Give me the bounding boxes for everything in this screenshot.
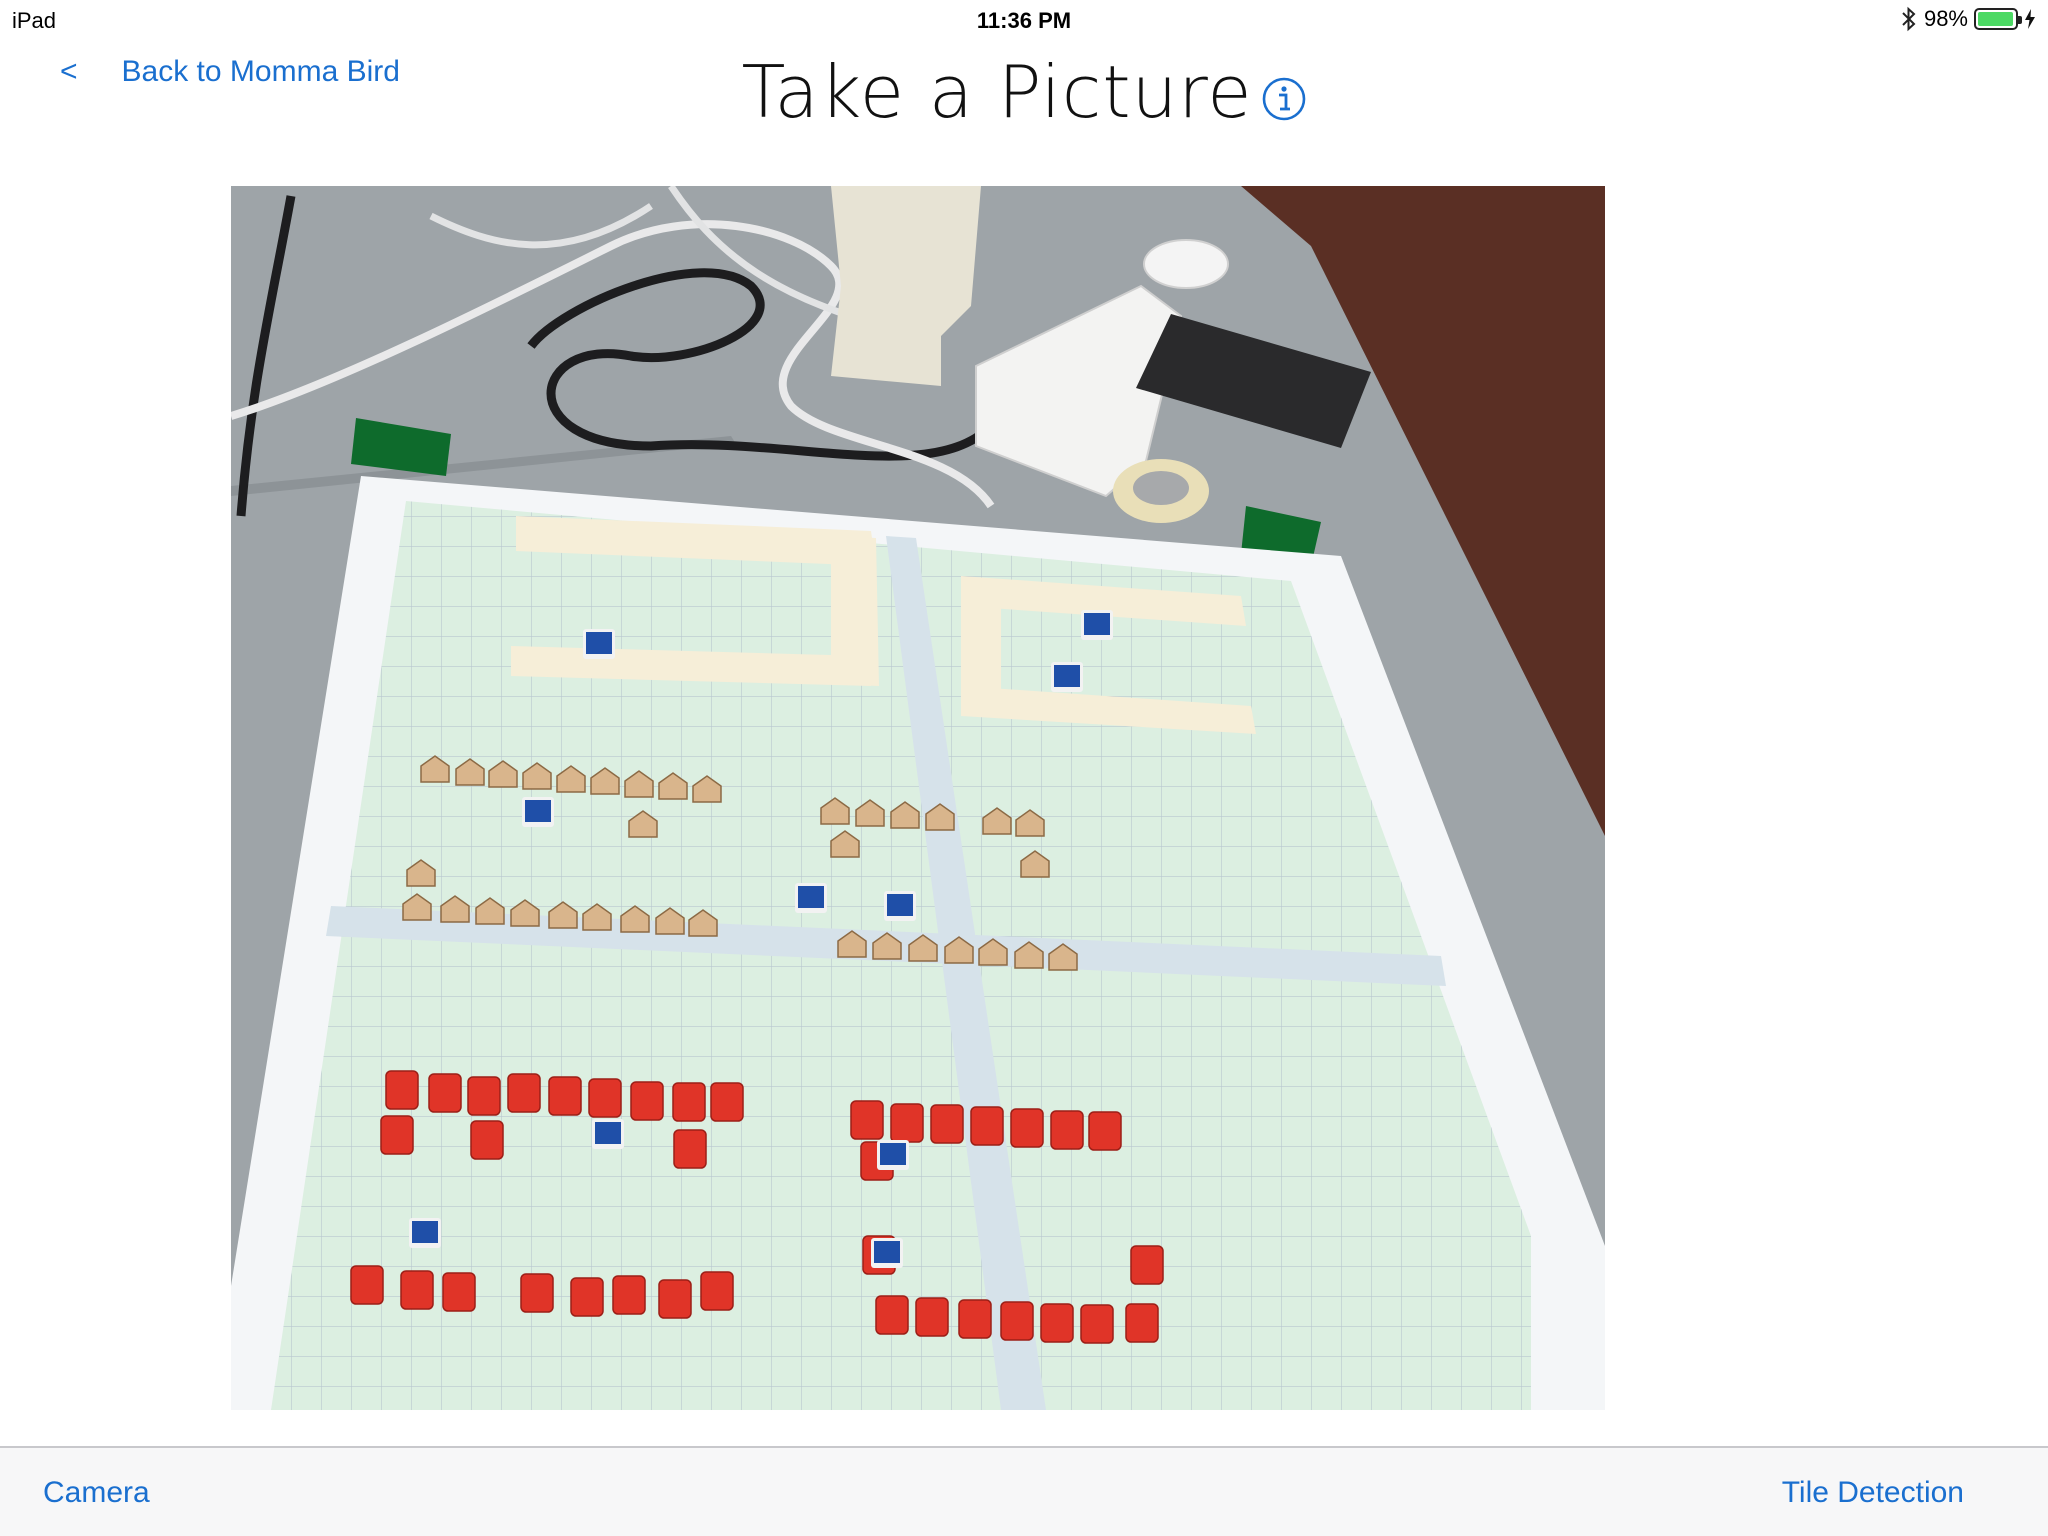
red-tile	[1130, 1245, 1164, 1285]
tile-detection-button[interactable]: Tile Detection	[1782, 1476, 1964, 1510]
red-tile	[630, 1081, 664, 1121]
blue-tile	[525, 800, 551, 822]
red-tile	[467, 1076, 501, 1116]
red-tile	[470, 1120, 504, 1160]
red-tile	[970, 1106, 1004, 1146]
red-tile	[1088, 1111, 1122, 1151]
blue-tile	[880, 1143, 906, 1165]
red-tile	[672, 1082, 706, 1122]
status-right: 98%	[1900, 6, 2036, 32]
red-tile	[1000, 1301, 1034, 1341]
bottom-toolbar: Camera Tile Detection	[0, 1446, 2048, 1536]
blue-tile	[412, 1221, 438, 1243]
red-tile	[428, 1073, 462, 1113]
blue-tile	[1054, 665, 1080, 687]
blue-tile	[586, 632, 612, 654]
red-tile	[1010, 1108, 1044, 1148]
red-tile	[700, 1271, 734, 1311]
red-tile	[915, 1297, 949, 1337]
red-tile	[520, 1273, 554, 1313]
mouse	[1143, 239, 1229, 289]
bluetooth-icon	[1902, 6, 1916, 32]
red-tile	[507, 1073, 541, 1113]
red-tile	[658, 1279, 692, 1319]
red-tile	[548, 1076, 582, 1116]
battery-cap	[2018, 16, 2022, 24]
battery-level-fill	[1978, 12, 2014, 26]
red-tile	[570, 1277, 604, 1317]
blue-tile	[798, 886, 824, 908]
blue-tile	[595, 1122, 621, 1144]
red-tile	[400, 1270, 434, 1310]
red-tile	[385, 1070, 419, 1110]
red-tile	[930, 1104, 964, 1144]
red-tile	[350, 1265, 384, 1305]
camera-photo	[231, 186, 1605, 1410]
red-tile	[875, 1295, 909, 1335]
info-circle-icon[interactable]	[1261, 76, 1307, 122]
tape-roll-hole	[1133, 471, 1189, 505]
red-tile	[588, 1078, 622, 1118]
red-tile	[442, 1272, 476, 1312]
photo-scene	[231, 186, 1605, 1410]
red-tile	[850, 1100, 884, 1140]
red-tile	[890, 1103, 924, 1143]
page-title: Take a Picture	[741, 50, 1253, 134]
red-tile	[1050, 1110, 1084, 1150]
battery-icon	[1974, 8, 2022, 30]
blue-tile	[1084, 613, 1110, 635]
red-tile	[1125, 1303, 1159, 1343]
blue-tile	[887, 894, 913, 916]
status-time: 11:36 PM	[976, 8, 1072, 33]
red-tile	[380, 1115, 414, 1155]
red-tile	[673, 1129, 707, 1169]
red-tile	[1040, 1303, 1074, 1343]
blue-tile	[874, 1241, 900, 1263]
camera-button[interactable]: Camera	[43, 1476, 150, 1510]
red-tile	[710, 1082, 744, 1122]
red-tile	[958, 1299, 992, 1339]
red-tile	[1080, 1304, 1114, 1344]
charging-bolt-icon	[2025, 9, 2035, 29]
status-bar: iPad 11:36 PM 98%	[0, 0, 2048, 40]
battery-percentage: 98%	[1923, 6, 1968, 31]
title-bar: Take a Picture	[0, 50, 2048, 134]
red-tile	[612, 1275, 646, 1315]
